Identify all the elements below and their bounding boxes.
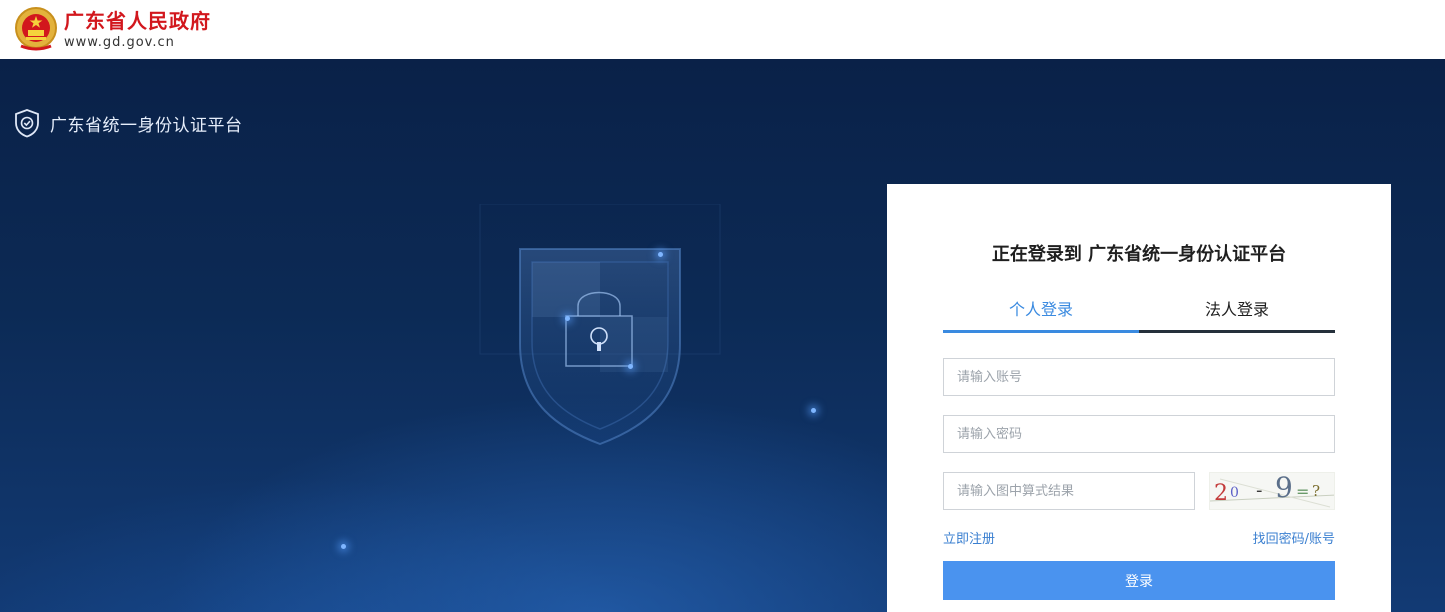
national-emblem-icon bbox=[15, 7, 57, 51]
recover-link[interactable]: 找回密码/账号 bbox=[1253, 528, 1335, 547]
shield-check-icon bbox=[15, 109, 39, 138]
svg-text:?: ? bbox=[1312, 482, 1320, 500]
gov-title: 广东省人民政府 bbox=[64, 9, 211, 33]
login-title: 正在登录到 广东省统一身份认证平台 bbox=[991, 244, 1287, 265]
account-input[interactable] bbox=[943, 358, 1335, 396]
glow-dot bbox=[565, 316, 570, 321]
login-button[interactable]: 登录 bbox=[943, 561, 1335, 600]
login-tabs: 个人登录 法人登录 bbox=[943, 297, 1335, 333]
captcha-input[interactable] bbox=[943, 472, 1195, 510]
login-panel: 正在登录到 广东省统一身份认证平台 个人登录 法人登录 2 0 - 9 = ? … bbox=[887, 184, 1391, 612]
glow-dot bbox=[628, 364, 633, 369]
password-input[interactable] bbox=[943, 415, 1335, 453]
top-header: 广东省人民政府 www.gd.gov.cn bbox=[0, 0, 1445, 59]
svg-text:2: 2 bbox=[1214, 481, 1228, 506]
platform-name: 广东省统一身份认证平台 bbox=[50, 115, 243, 136]
tab-personal-login[interactable]: 个人登录 bbox=[943, 297, 1139, 333]
glow-dot bbox=[811, 408, 816, 413]
shield-lock-icon bbox=[479, 204, 721, 446]
svg-text:9: 9 bbox=[1275, 473, 1293, 504]
captcha-image-graphic: 2 0 - 9 = ? bbox=[1210, 473, 1334, 508]
svg-text:=: = bbox=[1296, 482, 1309, 501]
glow-dot bbox=[341, 544, 346, 549]
svg-text:-: - bbox=[1256, 480, 1263, 501]
svg-text:0: 0 bbox=[1230, 485, 1239, 501]
captcha-image[interactable]: 2 0 - 9 = ? bbox=[1209, 472, 1335, 510]
register-link[interactable]: 立即注册 bbox=[943, 528, 995, 547]
platform-badge: 广东省统一身份认证平台 bbox=[14, 108, 243, 138]
gov-url: www.gd.gov.cn bbox=[64, 35, 175, 50]
tab-corporate-login[interactable]: 法人登录 bbox=[1139, 297, 1335, 330]
glow-dot bbox=[658, 252, 663, 257]
